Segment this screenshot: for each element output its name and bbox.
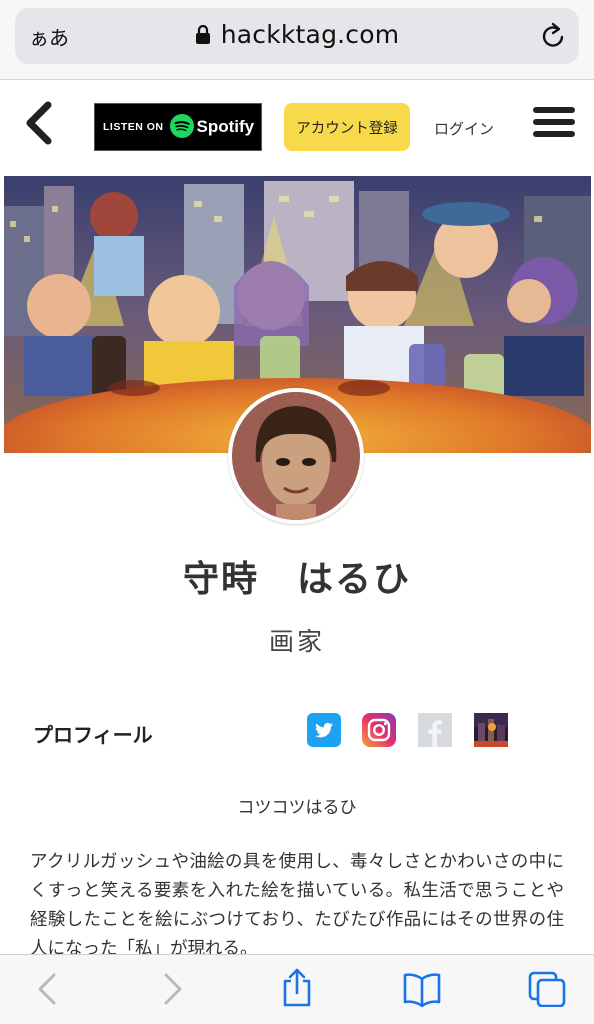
twitter-icon[interactable] [307, 713, 341, 747]
tabs-icon[interactable] [528, 971, 566, 1011]
reload-icon[interactable] [540, 22, 566, 54]
share-icon[interactable] [281, 967, 313, 1011]
browser-top-bar: ぁあ hackktag.com [0, 0, 594, 80]
menu-icon[interactable] [533, 107, 575, 143]
account-register-button[interactable]: アカウント登録 [284, 103, 410, 151]
lock-icon [195, 22, 211, 51]
back-icon[interactable] [36, 971, 58, 1011]
url-display[interactable]: hackktag.com [15, 20, 579, 51]
url-text: hackktag.com [220, 20, 400, 49]
profile-title: 画家 [268, 627, 325, 656]
back-chevron-icon[interactable] [22, 101, 56, 149]
profile-tagline: コツコツはるひ [237, 798, 357, 818]
instagram-icon[interactable] [362, 713, 396, 747]
profile-avatar [228, 388, 364, 524]
spotify-logo-icon [169, 113, 194, 142]
bookmarks-icon[interactable] [402, 971, 442, 1011]
browser-bottom-toolbar [0, 954, 594, 1024]
profile-section-label: プロフィール [33, 723, 153, 747]
forward-icon[interactable] [162, 971, 184, 1011]
spotify-listen-label: LISTEN ON [103, 121, 164, 133]
site-header: LISTEN ON Spotify アカウント登録 ログイン [0, 81, 594, 175]
artwork-link-icon[interactable] [474, 713, 508, 747]
profile-name: 守時 はるひ [182, 559, 411, 600]
profile-bio: アクリルガッシュや油絵の具を使用し、毒々しさとかわいさの中にくすっと笑える要素を… [30, 852, 564, 959]
facebook-icon[interactable] [418, 713, 452, 747]
listen-on-spotify-badge[interactable]: LISTEN ON Spotify [94, 103, 262, 151]
login-link[interactable]: ログイン [434, 118, 494, 139]
spotify-wordmark: Spotify [196, 117, 255, 136]
address-bar[interactable]: ぁあ hackktag.com [15, 8, 579, 64]
